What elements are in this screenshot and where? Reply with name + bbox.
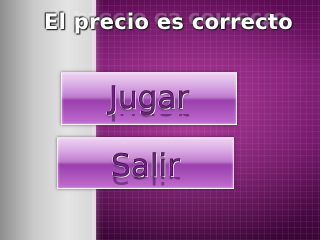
game-title: El precio es correcto	[44, 10, 293, 34]
exit-button-label: Salir	[111, 148, 180, 185]
exit-button[interactable]: Salir Salir	[57, 137, 234, 189]
play-button[interactable]: Jugar Jugar	[61, 72, 237, 126]
main-menu-screen: El precio es correcto El precio es corre…	[0, 0, 320, 240]
play-button-label: Jugar	[108, 80, 190, 117]
